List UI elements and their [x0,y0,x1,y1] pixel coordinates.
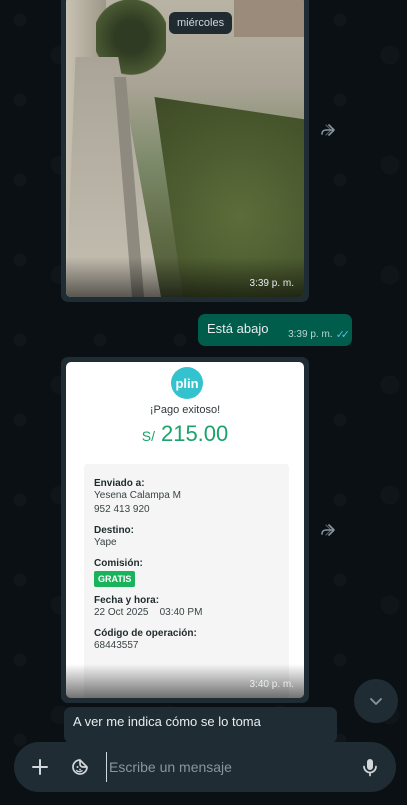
free-badge: GRATIS [94,571,136,587]
mic-icon [363,759,377,777]
payment-status: ¡Pago exitoso! [149,404,221,416]
field-label: Código de operación: [94,628,197,639]
message-time: 3:40 p. m. [249,679,294,690]
date-separator: miércoles [169,12,233,34]
message-time: 3:39 p. m. [288,329,333,340]
operation-code: 68443557 [94,640,139,651]
chevron-down-icon [370,698,382,705]
incoming-message[interactable]: A ver me indica cómo se lo toma [64,707,337,743]
attach-button[interactable] [20,747,60,787]
destination-value: Yape [94,537,117,548]
read-ticks-icon: ✓✓ [335,329,351,341]
sticker-button[interactable] [60,747,100,787]
forward-icon[interactable] [316,518,340,542]
payment-amount: S/215.00 [66,421,304,447]
sticker-icon [72,759,88,775]
datetime-value: 22 Oct 2025 03:40 PM [94,607,203,618]
message-input[interactable] [106,752,350,782]
plin-logo: plin [171,367,203,399]
scroll-to-bottom-button[interactable] [354,679,398,723]
field-label: Destino: [94,525,134,536]
image-message[interactable]: 3:39 p. m. [61,0,309,302]
recipient-name: Yesena Calampa M [94,490,181,501]
forward-icon[interactable] [316,118,340,142]
receipt-details: Enviado a: Yesena Calampa M 952 413 920 … [84,464,289,698]
outgoing-message[interactable]: Está abajo 3:39 p. m. ✓✓ [198,314,352,346]
image-message[interactable]: plin ¡Pago exitoso! S/215.00 Enviado a: … [61,357,309,703]
message-time: 3:39 p. m. [249,278,294,289]
plus-icon [32,759,48,775]
payment-receipt[interactable]: plin ¡Pago exitoso! S/215.00 Enviado a: … [66,362,304,698]
message-text: A ver me indica cómo se lo toma [73,714,261,729]
currency-symbol: S/ [141,428,155,444]
message-composer [14,742,396,792]
field-label: Enviado a: [94,478,145,489]
amount-value: 215.00 [160,421,229,446]
recipient-phone: 952 413 920 [94,504,150,515]
field-label: Comisión: [94,558,143,569]
voice-message-button[interactable] [350,747,390,787]
message-text: Está abajo [207,321,269,336]
chat-panel: 3:39 p. m. miércoles Está abajo 3:39 p. … [0,0,407,805]
garden-photo[interactable]: 3:39 p. m. [66,0,304,297]
field-label: Fecha y hora: [94,595,160,606]
